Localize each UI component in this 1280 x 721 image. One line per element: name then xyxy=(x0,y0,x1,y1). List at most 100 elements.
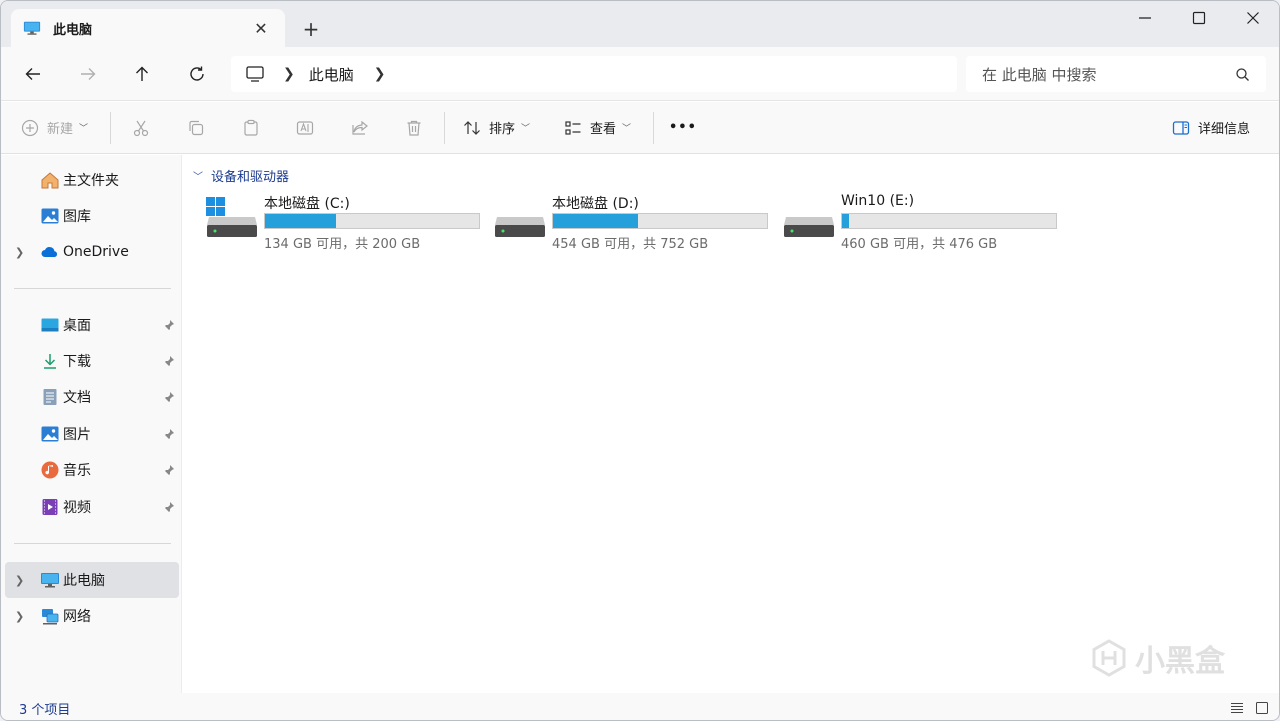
refresh-button[interactable] xyxy=(183,60,211,88)
sidebar-item-home[interactable]: 主文件夹 xyxy=(5,163,179,197)
sidebar-item-label: 此电脑 xyxy=(63,573,105,589)
monitor-icon xyxy=(246,66,264,82)
music-icon xyxy=(41,461,59,479)
divider xyxy=(653,112,654,144)
chevron-right-icon[interactable]: ❯ xyxy=(283,66,295,82)
tab-close-icon[interactable]: ✕ xyxy=(249,16,273,40)
drive-name: Win10 (E:) xyxy=(841,193,915,209)
maximize-button[interactable] xyxy=(1172,1,1226,35)
chevron-down-icon: ﹀ xyxy=(622,124,632,134)
details-view-icon[interactable] xyxy=(1230,701,1244,715)
chevron-down-icon: ﹀ xyxy=(521,124,531,134)
chevron-down-icon: ﹀ xyxy=(79,124,89,134)
sidebar-item-this-pc[interactable]: ❯ 此电脑 xyxy=(5,562,179,598)
up-button[interactable] xyxy=(128,60,156,88)
divider xyxy=(444,112,445,144)
rename-icon xyxy=(296,120,314,135)
drive-space-info: 134 GB 可用，共 200 GB xyxy=(264,237,421,252)
sidebar-item-label: 视频 xyxy=(63,500,91,516)
pin-icon[interactable] xyxy=(163,464,175,476)
refresh-icon xyxy=(190,66,204,81)
navigation-pane: 主文件夹 图库 ❯ OneDrive 桌面 下载 文档 图片 音乐 视频 ❯ 此… xyxy=(1,155,182,693)
breadcrumb-this-pc[interactable]: 此电脑 xyxy=(309,64,354,85)
copy-button[interactable] xyxy=(187,112,205,144)
sidebar-item-videos[interactable]: 视频 xyxy=(5,490,179,524)
expand-chevron-icon[interactable]: ❯ xyxy=(15,574,24,587)
trash-icon xyxy=(407,120,421,136)
new-tab-button[interactable]: + xyxy=(297,15,325,43)
drive-name: 本地磁盘 (D:) xyxy=(552,196,639,212)
group-header-devices[interactable]: ﹀ 设备和驱动器 xyxy=(193,166,289,185)
arrow-right-icon xyxy=(81,68,96,80)
search-input[interactable]: 在 此电脑 中搜索 xyxy=(966,56,1266,92)
sidebar-item-label: 图库 xyxy=(63,209,91,225)
new-label: 新建 xyxy=(47,122,74,137)
sidebar-item-label: 图片 xyxy=(63,427,91,443)
view-button[interactable]: 查看 ﹀ xyxy=(564,112,631,144)
sidebar-item-downloads[interactable]: 下载 xyxy=(5,344,179,378)
computer-icon xyxy=(41,573,59,588)
maximize-icon xyxy=(1192,11,1206,25)
drive-space-info: 460 GB 可用，共 476 GB xyxy=(841,237,998,252)
sidebar-divider xyxy=(14,543,171,544)
sidebar-item-pictures[interactable]: 图片 xyxy=(5,417,179,451)
drive-name: 本地磁盘 (C:) xyxy=(264,196,350,212)
sort-icon xyxy=(464,120,480,135)
sort-button[interactable]: 排序 ﹀ xyxy=(463,112,530,144)
forward-button[interactable] xyxy=(74,60,102,88)
details-pane-icon xyxy=(1172,120,1190,135)
sidebar-item-network[interactable]: ❯ 网络 xyxy=(5,599,179,633)
expand-chevron-icon[interactable]: ❯ xyxy=(15,246,24,259)
pin-icon[interactable] xyxy=(163,355,175,367)
title-bar: 此电脑 ✕ + xyxy=(1,1,1279,47)
drive-usage-bar xyxy=(264,213,480,229)
close-icon xyxy=(1247,12,1259,24)
pictures-icon xyxy=(41,426,59,442)
pin-icon[interactable] xyxy=(163,391,175,403)
expand-chevron-icon[interactable]: ❯ xyxy=(15,610,24,623)
drive-item-e[interactable]: Win10 (E:) 460 GB 可用，共 476 GB xyxy=(783,191,1063,252)
sidebar-item-onedrive[interactable]: ❯ OneDrive xyxy=(5,235,179,269)
rename-button[interactable] xyxy=(296,112,314,144)
sidebar-item-documents[interactable]: 文档 xyxy=(5,380,179,414)
drive-usage-fill xyxy=(842,214,850,228)
sidebar-item-music[interactable]: 音乐 xyxy=(5,453,179,487)
new-button[interactable]: 新建 ﹀ xyxy=(21,112,88,144)
arrow-left-icon xyxy=(25,68,40,80)
delete-button[interactable] xyxy=(405,112,423,144)
add-circle-icon xyxy=(21,119,39,136)
view-list-icon xyxy=(565,120,581,135)
document-icon xyxy=(43,389,57,405)
sidebar-item-label: 网络 xyxy=(63,609,91,625)
drive-usage-bar xyxy=(841,213,1057,229)
download-icon xyxy=(44,354,56,369)
drive-item-c[interactable]: 本地磁盘 (C:) 134 GB 可用，共 200 GB xyxy=(206,191,486,252)
address-row: ❯ 此电脑 ❯ 在 此电脑 中搜索 xyxy=(1,47,1279,101)
pin-icon[interactable] xyxy=(163,428,175,440)
status-bar: 3 个项目 xyxy=(1,693,1279,720)
chevron-right-icon[interactable]: ❯ xyxy=(374,66,386,82)
close-button[interactable] xyxy=(1226,1,1279,35)
sidebar-item-label: 文档 xyxy=(63,390,91,406)
tab-this-pc[interactable]: 此电脑 ✕ xyxy=(11,9,285,47)
details-button[interactable]: 详细信息 xyxy=(1172,112,1250,144)
sidebar-item-desktop[interactable]: 桌面 xyxy=(5,308,179,342)
chevron-down-icon: ﹀ xyxy=(193,172,203,183)
drive-usage-fill xyxy=(265,214,336,228)
paste-button[interactable] xyxy=(242,112,260,144)
pin-icon[interactable] xyxy=(163,501,175,513)
address-bar[interactable]: ❯ 此电脑 ❯ xyxy=(231,56,957,92)
desktop-icon xyxy=(41,318,59,332)
tiles-view-icon[interactable] xyxy=(1255,701,1269,715)
tab-label: 此电脑 xyxy=(53,22,93,38)
more-options-button[interactable]: ••• xyxy=(669,112,697,144)
search-icon xyxy=(1236,67,1249,81)
drive-usage-fill xyxy=(553,214,638,228)
pin-icon[interactable] xyxy=(163,319,175,331)
drive-item-d[interactable]: 本地磁盘 (D:) 454 GB 可用，共 752 GB xyxy=(494,191,774,252)
minimize-button[interactable] xyxy=(1118,1,1172,35)
cut-button[interactable] xyxy=(132,112,150,144)
sidebar-item-gallery[interactable]: 图库 xyxy=(5,199,179,233)
share-button[interactable] xyxy=(351,112,369,144)
back-button[interactable] xyxy=(19,60,47,88)
